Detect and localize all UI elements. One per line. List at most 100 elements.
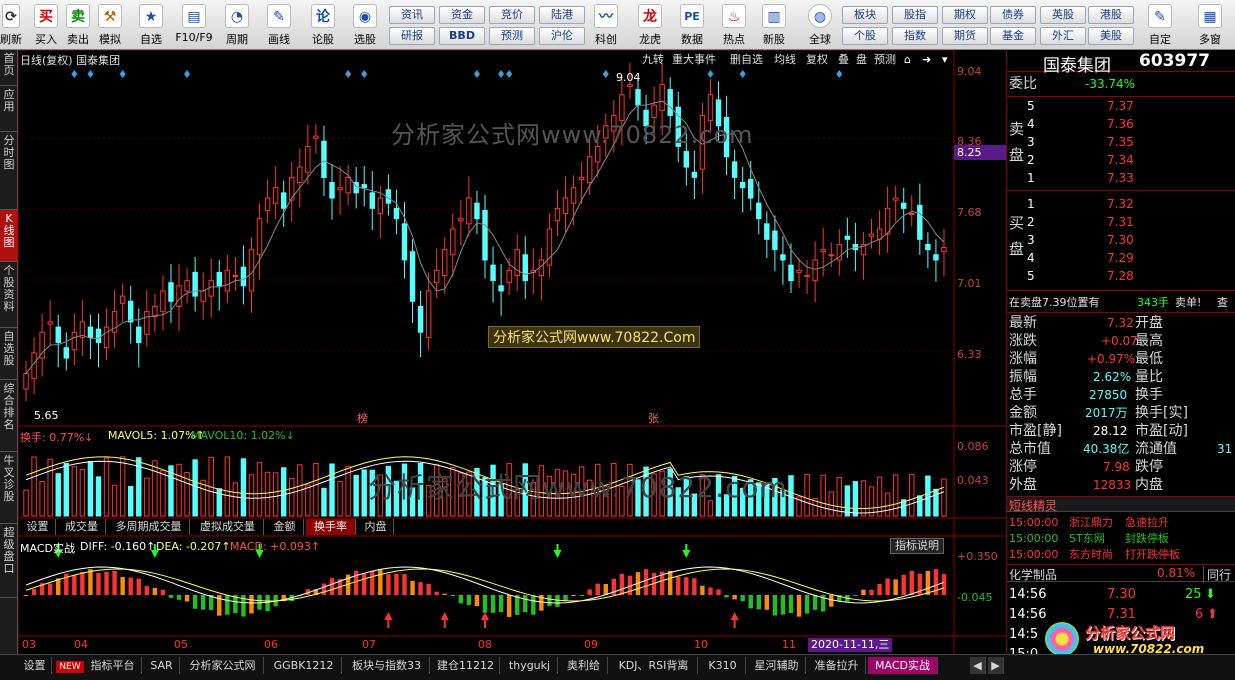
order-row[interactable]: 2 7.34 <box>1027 152 1227 169</box>
tab-kline[interactable]: K线图 <box>0 210 18 262</box>
forex-button[interactable]: 外汇 <box>1040 27 1086 45</box>
order-row[interactable]: 5 7.37 <box>1027 98 1227 115</box>
uk-stocks-button[interactable]: 英股 <box>1040 6 1086 24</box>
bottom-tab-zhunbei[interactable]: 准备拉升 <box>808 657 866 674</box>
bottom-tab-thygukj[interactable]: thygukj <box>502 657 558 674</box>
star-market-button[interactable]: 〰科创 <box>590 2 622 48</box>
order-row[interactable]: 3 7.35 <box>1027 134 1227 151</box>
period-button[interactable]: ◔ 周期 <box>220 2 254 48</box>
indicator-help-button[interactable]: 指标说明 <box>890 538 944 554</box>
subtab-inner[interactable]: 内盘 <box>358 519 394 535</box>
bottom-tab-aoligei[interactable]: 奥利给 <box>560 657 608 674</box>
jingling-item[interactable]: 15:00:00 ST东网 封跌停板 <box>1007 530 1235 547</box>
stock-select-button[interactable]: ◉ 选股 <box>348 2 382 48</box>
ipo-button[interactable]: ▥ 新股 <box>758 2 790 48</box>
discuss-button[interactable]: 论论股 <box>306 2 340 48</box>
big-order-alert[interactable]: 在卖盘7.39位置有 343手 卖单! 查 <box>1007 294 1235 311</box>
order-row[interactable]: 1 7.32 <box>1027 196 1227 213</box>
control-overlay[interactable]: 叠 <box>838 52 849 68</box>
futures-button[interactable]: 期货 <box>942 27 988 45</box>
f10-button[interactable]: ▤ F10/F9 <box>174 2 214 48</box>
jingling-header[interactable]: 短线精灵 <box>1007 496 1235 513</box>
capital-button[interactable]: 资金 <box>439 6 485 24</box>
sell-button[interactable]: 卖卖出 <box>64 2 92 48</box>
customize-button[interactable]: ✎ 自定 <box>1144 2 1176 48</box>
sector-button[interactable]: 板块 <box>842 6 888 24</box>
bottom-tab-sar[interactable]: SAR <box>144 657 180 674</box>
control-orderbook[interactable]: 盘 <box>856 52 867 68</box>
bottom-tab-kdj-rsi[interactable]: KDJ、RSI背离 <box>610 657 698 674</box>
simulate-button[interactable]: ⚒ 模拟 <box>96 2 124 48</box>
funds-button[interactable]: 基金 <box>990 27 1036 45</box>
order-row[interactable]: 1 7.33 <box>1027 170 1227 187</box>
auction-button[interactable]: 竞价 <box>489 6 535 24</box>
lock-icon[interactable]: ⌂ <box>904 52 911 68</box>
hotspot-button[interactable]: ♨ 热点 <box>718 2 750 48</box>
tab-ranking[interactable]: 综合排名 <box>0 380 18 452</box>
bottom-tab-macd[interactable]: MACD实战 <box>868 657 938 674</box>
tab-super-orderbook[interactable]: 超级盘口 <box>0 524 18 598</box>
tab-diagnosis[interactable]: 牛叉诊股 <box>0 452 18 524</box>
bottom-tab-indicator-platform[interactable]: 指标平台 <box>84 657 142 674</box>
data-button[interactable]: PE 数据 <box>676 2 708 48</box>
order-row[interactable]: 2 7.31 <box>1027 214 1227 231</box>
subtab-volume[interactable]: 成交量 <box>58 519 106 535</box>
bottom-tab-k310[interactable]: K310 <box>700 657 746 674</box>
hk-stocks-button[interactable]: 港股 <box>1088 6 1134 24</box>
order-row[interactable]: 3 7.30 <box>1027 232 1227 249</box>
scroll-left-icon[interactable]: ◀ <box>970 657 986 674</box>
jingling-item[interactable]: 15:00:00 浙江鼎力 急速拉升 <box>1007 514 1235 531</box>
arrow-right-icon[interactable]: ➜ <box>922 52 931 68</box>
event-mark-zhang[interactable]: 张 <box>648 410 659 426</box>
bottom-tab-settings[interactable]: 设置 <box>18 657 52 674</box>
order-row[interactable]: 4 7.36 <box>1027 116 1227 133</box>
bonds-button[interactable]: 债券 <box>990 6 1036 24</box>
peer-tab[interactable]: 同行 <box>1203 566 1231 583</box>
stock-index-futures-button[interactable]: 股指 <box>892 6 938 24</box>
refresh-button[interactable]: ⟳ 刷新 <box>0 2 22 48</box>
control-jiuzhuan[interactable]: 九转 <box>642 52 664 68</box>
news-button[interactable]: 资讯 <box>389 6 435 24</box>
draw-line-button[interactable]: ✎ 画线 <box>262 2 296 48</box>
buy-button[interactable]: 买买入 <box>32 2 60 48</box>
chevron-down-icon[interactable]: ▾ <box>942 52 948 68</box>
bottom-tab-fxj-formula[interactable]: 分析家公式网 <box>182 657 264 674</box>
options-button[interactable]: 期权 <box>942 6 988 24</box>
control-adjust[interactable]: 复权 <box>806 52 828 68</box>
dragon-tiger-button[interactable]: 龙龙虎 <box>634 2 666 48</box>
index-button[interactable]: 指数 <box>892 27 938 45</box>
scroll-right-icon[interactable]: ▶ <box>988 657 1004 674</box>
jingling-item[interactable]: 15:00:00 东方时尚 打开跌停板 <box>1007 546 1235 563</box>
global-button[interactable]: ◍ 全球 <box>802 2 838 48</box>
order-row[interactable]: 4 7.29 <box>1027 250 1227 267</box>
watchlist-button[interactable]: ★ 自选 <box>134 2 168 48</box>
subtab-multi-period-volume[interactable]: 多周期成交量 <box>108 519 190 535</box>
us-stocks-button[interactable]: 美股 <box>1088 27 1134 45</box>
event-mark-bang[interactable]: 榜 <box>357 410 368 426</box>
bottom-tab-ggbk1212[interactable]: GGBK1212 <box>266 657 342 674</box>
multi-window-button[interactable]: ▦ 多窗 <box>1192 2 1228 48</box>
kline-chart-area[interactable]: 日线(复权) 国泰集团 九转 重大事件 删自选 均线 复权 叠 盘 预测 ⌂ ➜… <box>18 50 1006 660</box>
bottom-tab-sector-index33[interactable]: 板块与指数33 <box>344 657 430 674</box>
bottom-tab-xinghe[interactable]: 星河辅助 <box>748 657 806 674</box>
control-forecast[interactable]: 预测 <box>874 52 896 68</box>
control-remove-watch[interactable]: 删自选 <box>730 52 763 68</box>
tab-stock-profile[interactable]: 个股资料 <box>0 262 18 328</box>
sector-row[interactable]: 化学制品 0.81% 同行 <box>1007 564 1235 583</box>
bottom-tab-jiancang11212[interactable]: 建仓11212 <box>432 657 500 674</box>
subtab-turnover[interactable]: 换手率 <box>306 519 356 535</box>
sh-london-button[interactable]: 沪伦 <box>539 27 585 45</box>
tab-apps[interactable]: 应用 <box>0 86 18 132</box>
tab-home[interactable]: 首页 <box>0 50 18 86</box>
control-major-events[interactable]: 重大事件 <box>672 52 716 68</box>
tab-intraday[interactable]: 分时图 <box>0 132 18 210</box>
research-button[interactable]: 研报 <box>389 27 435 45</box>
control-moving-average[interactable]: 均线 <box>774 52 796 68</box>
tab-watchlist[interactable]: 自选股 <box>0 328 18 380</box>
subtab-amount[interactable]: 金额 <box>266 519 304 535</box>
individual-stocks-button[interactable]: 个股 <box>842 27 888 45</box>
hk-connect-button[interactable]: 陆港 <box>539 6 585 24</box>
subtab-settings[interactable]: 设置 <box>20 519 56 535</box>
bbd-button[interactable]: BBD <box>439 27 485 45</box>
order-row[interactable]: 5 7.28 <box>1027 268 1227 285</box>
